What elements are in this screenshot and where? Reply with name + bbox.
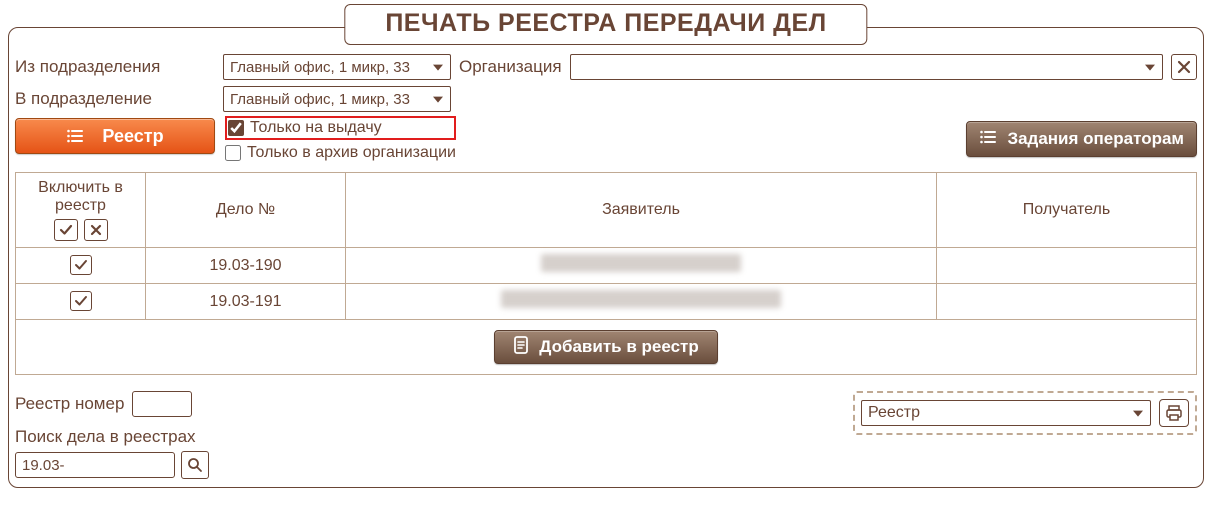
print-reestr-select[interactable]: Реестр	[861, 400, 1151, 426]
only-archive-checkbox[interactable]: Только в архив организации	[225, 144, 456, 162]
case-no-cell: 19.03-190	[146, 248, 346, 284]
org-select[interactable]	[570, 54, 1163, 80]
reestr-button-label: Реестр	[102, 126, 163, 147]
check-icon	[74, 295, 88, 307]
deselect-all-button[interactable]	[84, 219, 108, 241]
main-panel: Из подразделения Главный офис, 1 микр, 3…	[8, 27, 1204, 488]
reestr-num-label: Реестр номер	[15, 394, 124, 414]
col-recipient-header: Получатель	[937, 173, 1197, 248]
only-issue-checkbox-input[interactable]	[228, 120, 244, 136]
close-icon	[90, 224, 102, 236]
to-dept-select[interactable]: Главный офис, 1 микр, 33	[223, 86, 451, 112]
to-dept-value: Главный офис, 1 микр, 33	[230, 91, 410, 108]
row-checkbox[interactable]	[70, 291, 92, 311]
add-to-reestr-button[interactable]: Добавить в реестр	[494, 330, 717, 364]
operator-tasks-label: Задания операторам	[1007, 129, 1184, 149]
search-case-input[interactable]	[15, 452, 175, 478]
from-dept-value: Главный офис, 1 микр, 33	[230, 59, 410, 76]
applicant-cell	[346, 248, 937, 284]
only-archive-label: Только в архив организации	[247, 144, 456, 162]
recipient-cell	[937, 248, 1197, 284]
col-applicant-header: Заявитель	[346, 173, 937, 248]
org-clear-button[interactable]	[1171, 54, 1197, 80]
row-checkbox[interactable]	[70, 255, 92, 275]
case-no-cell: 19.03-191	[146, 284, 346, 320]
reestr-num-input[interactable]	[132, 391, 192, 417]
reestr-button[interactable]: Реестр	[15, 118, 215, 154]
col-include-header: Включить в реестр	[16, 173, 146, 248]
add-button-label: Добавить в реестр	[539, 337, 698, 357]
print-reestr-value: Реестр	[868, 404, 920, 422]
applicant-cell	[346, 284, 937, 320]
print-box: Реестр	[853, 391, 1197, 435]
col-case-no-header: Дело №	[146, 173, 346, 248]
cases-table: Включить в реестр Дело № Заявитель Полу	[15, 172, 1197, 320]
operator-tasks-button[interactable]: Задания операторам	[966, 121, 1197, 157]
close-icon	[1177, 60, 1191, 74]
check-icon	[59, 224, 73, 236]
select-all-button[interactable]	[54, 219, 78, 241]
table-row[interactable]: 19.03-190	[16, 248, 1197, 284]
only-archive-checkbox-input[interactable]	[225, 145, 241, 161]
search-button[interactable]	[181, 451, 209, 479]
table-row[interactable]: 19.03-191	[16, 284, 1197, 320]
search-icon	[187, 457, 203, 473]
list-icon	[979, 129, 997, 150]
printer-icon	[1165, 405, 1183, 421]
page-title: ПЕЧАТЬ РЕЕСТРА ПЕРЕДАЧИ ДЕЛ	[344, 4, 867, 45]
print-button[interactable]	[1159, 399, 1189, 427]
to-dept-label: В подразделение	[15, 89, 215, 109]
search-case-label: Поиск дела в реестрах	[15, 427, 209, 447]
recipient-cell	[937, 284, 1197, 320]
list-icon	[66, 128, 84, 144]
from-dept-label: Из подразделения	[15, 57, 215, 77]
col-include-label: Включить в реестр	[22, 179, 139, 215]
only-issue-checkbox[interactable]: Только на выдачу	[225, 116, 456, 140]
document-icon	[513, 336, 529, 359]
check-icon	[74, 259, 88, 271]
org-label: Организация	[459, 57, 562, 77]
only-issue-label: Только на выдачу	[250, 119, 382, 137]
from-dept-select[interactable]: Главный офис, 1 микр, 33	[223, 54, 451, 80]
